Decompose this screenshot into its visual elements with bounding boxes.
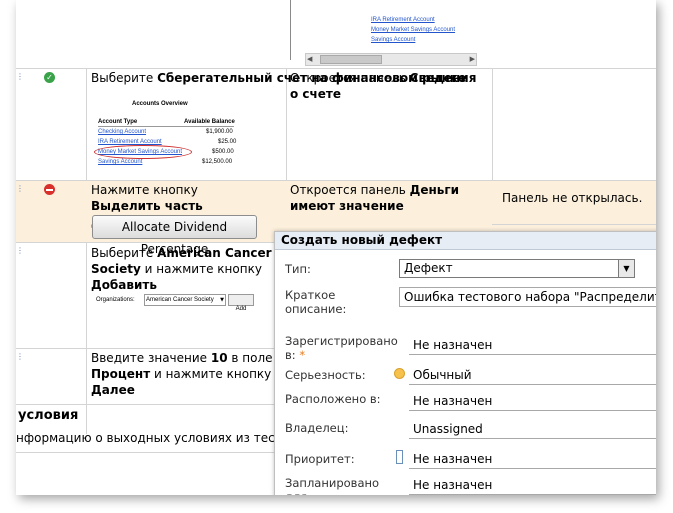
type-label: Тип:: [285, 262, 311, 276]
planned-for-field[interactable]: Не назначен: [409, 476, 656, 495]
account-balance: $25.00: [218, 139, 237, 145]
severity-label: Серьезность:: [285, 368, 366, 382]
detected-in-field[interactable]: Не назначен: [409, 336, 656, 355]
accounts-overview: Accounts Overview Account Type Available…: [94, 100, 237, 170]
organizations-mini: Organizations: American Cancer Society ▼…: [96, 293, 266, 312]
account-link[interactable]: Savings Account: [371, 36, 415, 44]
account-balance: $12,500.00: [202, 159, 233, 165]
account-link[interactable]: IRA Retirement Account: [371, 16, 435, 24]
step-expected: Откроется панель Деньги имеют значение: [290, 183, 460, 213]
owner-field[interactable]: Unassigned: [409, 420, 656, 439]
conditions-heading: условия: [18, 408, 79, 423]
found-in-field[interactable]: Не назначен: [409, 392, 656, 411]
drag-handle-icon[interactable]: ⋮: [16, 352, 24, 361]
accounts-title: Accounts Overview: [132, 101, 188, 107]
add-button[interactable]: Add: [228, 294, 254, 312]
summary-label: Краткое описание:: [285, 288, 347, 316]
account-balance: $500.00: [212, 149, 234, 155]
step-expected: Откроется панель Сведения о счете: [290, 71, 477, 101]
type-value: Дефект: [404, 261, 453, 275]
organizations-select[interactable]: American Cancer Society ▼: [144, 294, 226, 306]
account-link[interactable]: Savings Account: [98, 158, 142, 166]
dropdown-arrow-icon[interactable]: ▼: [618, 260, 634, 277]
create-defect-dialog: Создать новый дефект Тип: Дефект ▼ Кратк…: [274, 231, 656, 495]
step-action: Введите значение 10 в поле Процент и наж…: [91, 351, 273, 397]
priority-field[interactable]: Не назначен: [409, 450, 656, 469]
planned-for-label: Запланировано для:: [285, 476, 380, 495]
found-in-label: Расположено в:: [285, 392, 381, 406]
conditions-text: нформацию о выходных условиях из тестово…: [16, 431, 318, 445]
dropdown-arrow-icon: ▼: [220, 297, 224, 303]
allocate-dividend-button[interactable]: Allocate Dividend Percentage: [92, 215, 257, 256]
add-label: Add: [235, 306, 247, 312]
col-account-type: Account Type: [98, 119, 138, 125]
horizontal-scrollbar[interactable]: ◀ ▶: [305, 53, 477, 66]
type-select[interactable]: Дефект ▼: [399, 259, 635, 278]
account-link[interactable]: Checking Account: [98, 128, 146, 136]
top-panel-fragment: IRA Retirement Account Money Market Savi…: [290, 0, 477, 66]
actual-result-box: [492, 180, 656, 225]
detected-in-label: Зарегистрировано в: *: [285, 334, 398, 362]
priority-indicator-icon: [396, 450, 403, 464]
screenshot-frame: IRA Retirement Account Money Market Savi…: [16, 0, 656, 495]
drag-handle-icon[interactable]: ⋮: [16, 246, 24, 255]
accounts-divider: [98, 126, 234, 127]
summary-input[interactable]: Ошибка тестового набора "Распределить ди: [399, 287, 656, 307]
scroll-right-icon[interactable]: ▶: [470, 54, 475, 65]
required-marker: *: [299, 348, 306, 362]
highlight-ellipse: [94, 145, 192, 159]
dialog-title: Создать новый дефект: [275, 232, 656, 250]
priority-label: Приоритет:: [285, 452, 355, 466]
account-balance: $1,900.00: [206, 129, 233, 135]
pass-status-icon: ✓: [44, 72, 55, 83]
account-link[interactable]: Money Market Savings Account: [371, 26, 455, 34]
drag-handle-icon[interactable]: ⋮: [16, 72, 24, 81]
scroll-left-icon[interactable]: ◀: [307, 54, 312, 65]
organizations-value: American Cancer Society: [146, 297, 214, 303]
step-action: Выберите American Cancer Society и нажми…: [91, 246, 272, 292]
fail-status-icon: [44, 184, 55, 195]
organizations-label: Organizations:: [96, 297, 135, 303]
col-available-balance: Available Balance: [184, 119, 235, 125]
scroll-thumb[interactable]: [320, 55, 382, 64]
drag-handle-icon[interactable]: ⋮: [16, 184, 24, 193]
severity-dot-icon: [394, 368, 405, 379]
severity-field[interactable]: Обычный: [409, 366, 656, 385]
owner-label: Владелец:: [285, 421, 349, 435]
